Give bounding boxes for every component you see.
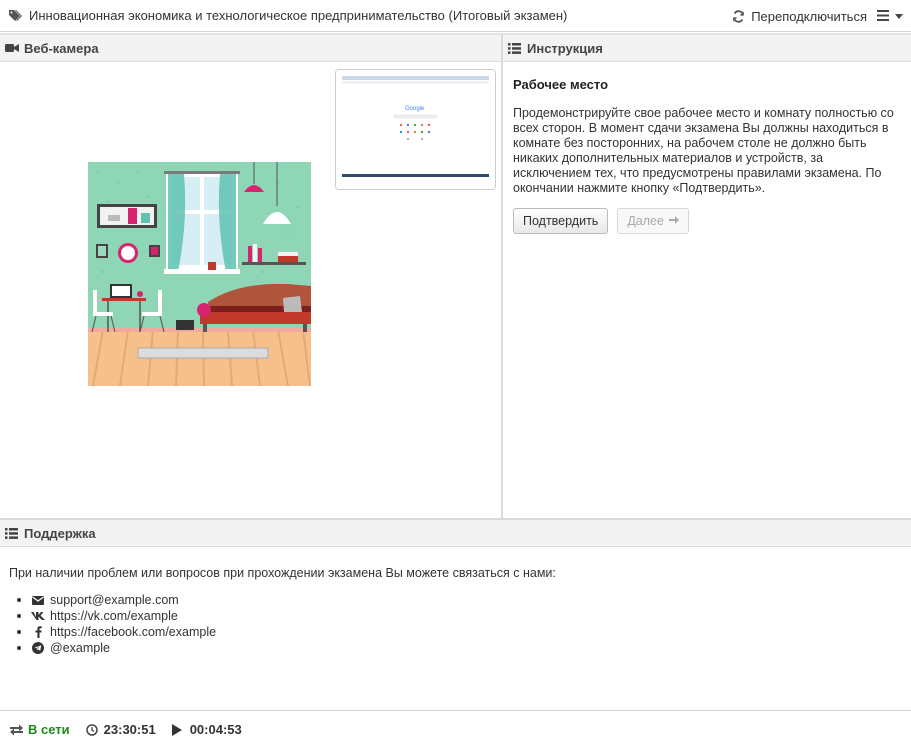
play-icon	[171, 723, 185, 736]
contact-facebook[interactable]: https://facebook.com/example	[33, 624, 911, 640]
list-icon	[508, 42, 522, 54]
support-panel: Поддержка При наличии проблем или вопрос…	[0, 520, 911, 710]
elapsed-time: 00:04:53	[189, 722, 242, 737]
instruction-text: Продемонстрируйте свое рабочее место и к…	[513, 106, 894, 195]
clock-icon	[85, 723, 99, 736]
contact-text: @example	[50, 641, 110, 655]
webcam-panel: Веб-камера Google	[0, 35, 501, 519]
facebook-icon	[31, 626, 45, 638]
exchange-arrows-icon	[10, 723, 23, 736]
instruction-panel-header: Инструкция	[503, 35, 911, 62]
confirm-button[interactable]: Подтвердить	[513, 208, 609, 234]
main-menu-button[interactable]	[877, 9, 903, 24]
status-bar: В сети 23:30:51 00:04:53	[0, 710, 911, 748]
support-panel-title: Поддержка	[24, 525, 96, 541]
contact-list: support@example.com https://vk.com/examp…	[9, 592, 911, 656]
connection-status: В сети	[10, 722, 70, 737]
refresh-icon	[732, 9, 745, 23]
instruction-panel: Инструкция Рабочее место Продемонстрируй…	[503, 35, 911, 519]
webcam-video-feed	[88, 162, 311, 386]
arrow-right-icon	[668, 214, 679, 228]
next-button-label: Далее	[627, 214, 664, 228]
exam-title: Инновационная экономика и технологическо…	[29, 8, 568, 23]
hamburger-icon	[877, 9, 889, 24]
webcam-panel-header: Веб-камера	[0, 35, 501, 62]
contact-email[interactable]: support@example.com	[31, 592, 911, 608]
clock: 23:30:51	[85, 722, 156, 737]
top-bar: Инновационная экономика и технологическо…	[0, 0, 911, 32]
contact-text: support@example.com	[50, 593, 179, 607]
vk-icon	[31, 610, 45, 622]
reconnect-label: Переподключиться	[751, 8, 867, 24]
telegram-icon	[31, 642, 45, 654]
contact-text: https://facebook.com/example	[50, 625, 217, 639]
reconnect-button[interactable]: Переподключиться	[732, 9, 867, 24]
video-camera-icon	[5, 42, 19, 54]
elapsed-timer: 00:04:53	[171, 722, 242, 737]
list-icon	[5, 527, 19, 539]
webcam-panel-title: Веб-камера	[24, 40, 99, 56]
svg-text:Google: Google	[405, 106, 425, 112]
next-button[interactable]: Далее	[617, 208, 689, 234]
instruction-panel-title: Инструкция	[527, 40, 603, 56]
screen-share-thumbnail: Google	[335, 69, 496, 190]
contact-telegram[interactable]: @example	[31, 640, 911, 656]
contact-text: https://vk.com/example	[50, 609, 178, 623]
envelope-icon	[31, 594, 45, 606]
support-intro: При наличии проблем или вопросов при про…	[9, 566, 556, 580]
tag-icon	[9, 9, 23, 23]
caret-down-icon	[895, 13, 903, 19]
clock-time: 23:30:51	[103, 722, 156, 737]
online-label: В сети	[28, 722, 70, 737]
instruction-heading: Рабочее место	[513, 77, 609, 92]
contact-vk[interactable]: https://vk.com/example	[31, 608, 911, 624]
support-panel-header: Поддержка	[0, 520, 911, 547]
